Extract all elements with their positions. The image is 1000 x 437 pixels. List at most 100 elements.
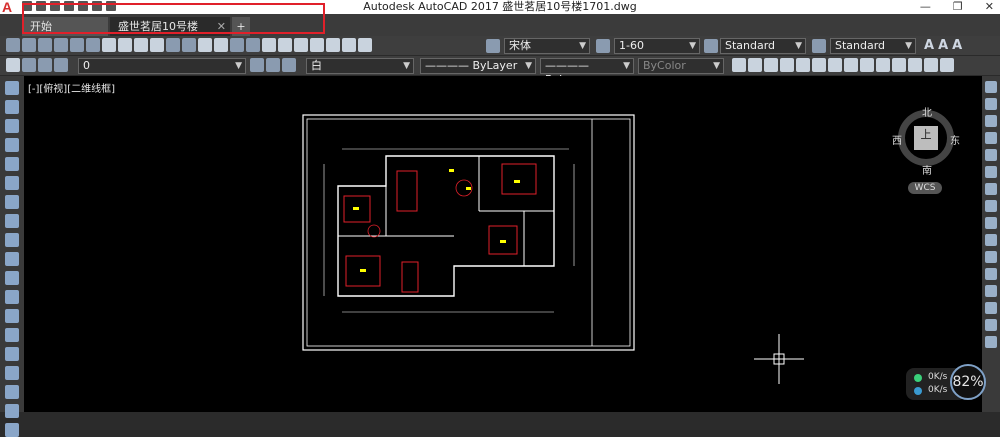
dim-space-icon[interactable] [908,58,922,72]
linetype-combo[interactable]: ———— ByLayer ▼ [420,58,536,74]
plot-icon[interactable] [54,38,68,52]
markup-icon[interactable] [326,38,340,52]
matchprop-icon[interactable] [150,38,164,52]
minimize-button[interactable]: — [920,0,931,14]
scale-combo[interactable]: 1-60 ▼ [614,38,700,54]
font-combo[interactable]: 宋体 ▼ [504,38,590,54]
break-icon[interactable] [985,268,997,280]
array-icon[interactable] [985,149,997,161]
rectangle-icon[interactable] [5,157,19,171]
dim-aligned-icon[interactable] [748,58,762,72]
compass-west[interactable]: 西 [892,132,902,147]
text-size-medium-button[interactable]: A [938,38,948,53]
zoom-percent-badge[interactable]: 82% [950,364,986,400]
point-icon[interactable] [5,328,19,342]
text-size-large-button[interactable]: A [924,38,934,53]
new-tab-button[interactable]: + [232,17,250,36]
wcs-menu-button[interactable]: WCS [908,182,942,194]
layer-previous-icon[interactable] [266,58,280,72]
dim-jogged-icon[interactable] [812,58,826,72]
zoom-window-icon[interactable] [230,38,244,52]
extend-icon[interactable] [985,251,997,263]
fillet-icon[interactable] [985,319,997,331]
compass-north[interactable]: 北 [922,104,932,119]
close-button[interactable]: ✕ [985,0,994,14]
dim-baseline-icon[interactable] [876,58,890,72]
copy-icon[interactable] [118,38,132,52]
dim-break-icon[interactable] [924,58,938,72]
mtext-icon[interactable] [5,423,19,437]
arc-icon[interactable] [5,176,19,190]
dim-diameter-icon[interactable] [828,58,842,72]
text-style-combo[interactable]: Standard ▼ [720,38,806,54]
dim-continue-icon[interactable] [892,58,906,72]
chamfer-icon[interactable] [985,302,997,314]
save-icon[interactable] [38,38,52,52]
tab-drawing[interactable]: 盛世茗居10号楼1701* ✕ [110,17,230,52]
text-style-icon[interactable] [486,39,500,53]
sun-icon[interactable] [38,58,52,72]
drawing-canvas[interactable]: [-][俯视][二维线框] 上 北 南 东 西 WCS 0K/s 0K/s 82… [24,76,986,412]
undo-icon[interactable] [166,38,180,52]
pan-icon[interactable] [198,38,212,52]
trim-icon[interactable] [985,234,997,246]
stretch-icon[interactable] [985,217,997,229]
gradient-icon[interactable] [5,366,19,380]
dim-style-icon[interactable] [704,39,718,53]
scale-icon[interactable] [985,200,997,212]
circle-icon[interactable] [5,195,19,209]
zoom-icon[interactable] [214,38,228,52]
revcloud-icon[interactable] [5,214,19,228]
dim-radius-icon[interactable] [796,58,810,72]
dim-arclength-icon[interactable] [764,58,778,72]
dim-angular-icon[interactable] [844,58,858,72]
polyline-icon[interactable] [5,119,19,133]
dim-ordinate-icon[interactable] [780,58,794,72]
annotation-scale-icon[interactable] [596,39,610,53]
toolpalettes-icon[interactable] [294,38,308,52]
region-icon[interactable] [5,385,19,399]
rotate-icon[interactable] [985,183,997,195]
properties-icon[interactable] [262,38,276,52]
table-style-icon[interactable] [812,39,826,53]
table-icon[interactable] [5,404,19,418]
copy-object-icon[interactable] [985,98,997,110]
close-icon[interactable]: ✕ [217,17,226,36]
lineweight-combo[interactable]: ———— ByLayer▼ [540,58,634,86]
open-icon[interactable] [22,38,36,52]
lightbulb-icon[interactable] [22,58,36,72]
sheetset-icon[interactable] [310,38,324,52]
quick-dim-icon[interactable] [860,58,874,72]
cut-icon[interactable] [102,38,116,52]
make-current-icon[interactable] [250,58,264,72]
qnew-icon[interactable] [6,38,20,52]
viewcube-top-face[interactable]: 上 [914,126,938,150]
erase-icon[interactable] [985,81,997,93]
layer-manager-icon[interactable] [6,58,20,72]
construction-line-icon[interactable] [5,100,19,114]
mirror-icon[interactable] [985,115,997,127]
dim-linear-icon[interactable] [732,58,746,72]
spline-icon[interactable] [5,233,19,247]
quickcalc-icon[interactable] [342,38,356,52]
publish-icon[interactable] [86,38,100,52]
offset-icon[interactable] [985,132,997,144]
redo-icon[interactable] [182,38,196,52]
help-icon[interactable] [358,38,372,52]
line-icon[interactable] [5,81,19,95]
insert-block-icon[interactable] [5,290,19,304]
move-icon[interactable] [985,166,997,178]
join-icon[interactable] [985,285,997,297]
paste-icon[interactable] [134,38,148,52]
polygon-icon[interactable] [5,138,19,152]
lock-icon[interactable] [54,58,68,72]
tolerance-icon[interactable] [940,58,954,72]
layer-state-icon[interactable] [282,58,296,72]
viewcube[interactable]: 上 北 南 东 西 [892,104,962,177]
compass-south[interactable]: 南 [922,162,932,177]
explode-icon[interactable] [985,336,997,348]
designcenter-icon[interactable] [278,38,292,52]
tab-start[interactable]: 开始 [22,17,108,36]
plotstyle-combo[interactable]: ByColor ▼ [638,58,724,74]
preview-icon[interactable] [70,38,84,52]
